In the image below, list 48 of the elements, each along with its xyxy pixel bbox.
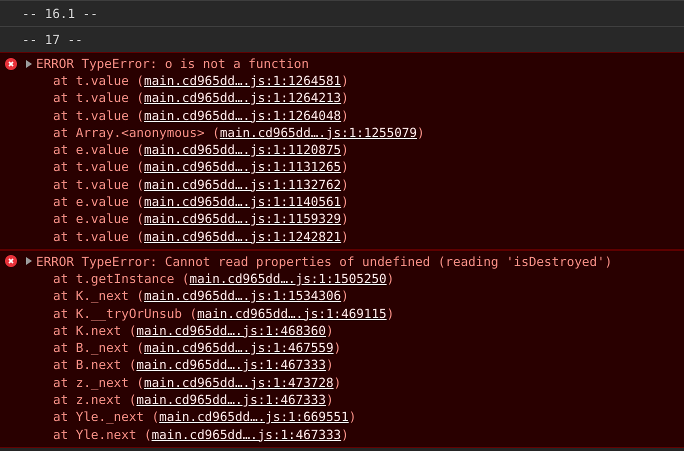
stack-frame: at Array.<anonymous> (main.cd965dd….js:1:1255079) — [0, 124, 684, 142]
stack-frame: at t.getInstance (main.cd965dd….js:1:1505250) — [0, 270, 684, 288]
source-link[interactable]: main.cd965dd….js:1:467333 — [152, 426, 342, 442]
source-link[interactable]: main.cd965dd….js:1:468360 — [136, 322, 326, 338]
stack-frame: at t.value (main.cd965dd….js:1:1242821) — [0, 228, 684, 245]
error-icon — [5, 58, 17, 70]
stack-frame: at K.next (main.cd965dd….js:1:468360) — [0, 322, 684, 340]
source-link[interactable]: main.cd965dd….js:1:467333 — [136, 392, 326, 408]
source-link[interactable]: main.cd965dd….js:1:469115 — [197, 306, 387, 321]
stack-frame: at K.__tryOrUnsub (main.cd965dd….js:1:469115) — [0, 304, 684, 322]
stack-frame: at e.value (main.cd965dd….js:1:1140561) — [0, 193, 684, 210]
source-link[interactable]: main.cd965dd….js:1:1255079 — [220, 124, 417, 140]
stack-frame: at t.value (main.cd965dd….js:1:1264048) — [0, 106, 684, 124]
source-link[interactable]: main.cd965dd….js:1:467333 — [136, 357, 326, 372]
source-link[interactable]: main.cd965dd….js:1:1534306 — [144, 288, 342, 304]
group-label: -- 17 -- — [22, 32, 83, 47]
error-message: ERROR TypeError: Cannot read properties of undefined (reading 'isDestroyed') — [36, 254, 612, 269]
stack-frame: at Yle._next (main.cd965dd….js:1:669551) — [0, 408, 684, 426]
source-link[interactable]: main.cd965dd….js:1:473728 — [144, 374, 334, 390]
stack-frame: at Yle.next (main.cd965dd….js:1:467333) — [0, 426, 684, 443]
stack-frame: at e.value (main.cd965dd….js:1:1120875) — [0, 141, 684, 158]
stack-frame: at K._next (main.cd965dd….js:1:1534306) — [0, 287, 684, 305]
source-link[interactable]: main.cd965dd….js:1:1120875 — [144, 142, 342, 158]
stack-frame: at t.value (main.cd965dd….js:1:1264213) — [0, 89, 684, 107]
stack-frame: at z._next (main.cd965dd….js:1:473728) — [0, 374, 684, 392]
source-link[interactable]: main.cd965dd….js:1:1264581 — [144, 73, 342, 88]
stack-frame: at t.value (main.cd965dd….js:1:1131265) — [0, 158, 684, 176]
source-link[interactable]: main.cd965dd….js:1:1132762 — [144, 176, 342, 192]
source-link[interactable]: main.cd965dd….js:1:1264213 — [144, 90, 342, 106]
expand-triangle-icon[interactable] — [25, 257, 33, 266]
stack-frame: at B._next (main.cd965dd….js:1:467559) — [0, 339, 684, 356]
group-label: -- 16.1 -- — [22, 6, 98, 21]
source-link[interactable]: main.cd965dd….js:1:1131265 — [144, 159, 342, 174]
source-link[interactable]: main.cd965dd….js:1:1242821 — [144, 228, 342, 244]
expand-triangle-icon[interactable] — [25, 60, 33, 68]
source-link[interactable]: main.cd965dd….js:1:1505250 — [189, 270, 387, 286]
stack-frame: at t.value (main.cd965dd….js:1:1132762) — [0, 176, 684, 194]
stack-frame: at e.value (main.cd965dd….js:1:1159329) — [0, 210, 684, 228]
stack-frame: at z.next (main.cd965dd….js:1:467333) — [0, 391, 684, 408]
source-link[interactable]: main.cd965dd….js:1:467559 — [144, 340, 334, 356]
source-link[interactable]: main.cd965dd….js:1:1140561 — [144, 194, 342, 210]
stack-frame: at B.next (main.cd965dd….js:1:467333) — [0, 356, 684, 374]
error-icon — [5, 255, 17, 268]
source-link[interactable]: main.cd965dd….js:1:669551 — [159, 409, 349, 424]
error-message: ERROR TypeError: o is not a function — [36, 56, 309, 71]
source-link[interactable]: main.cd965dd….js:1:1264048 — [144, 108, 342, 123]
stack-frame: at t.value (main.cd965dd….js:1:1264581) — [0, 72, 684, 90]
source-link[interactable]: main.cd965dd….js:1:1159329 — [144, 211, 342, 226]
